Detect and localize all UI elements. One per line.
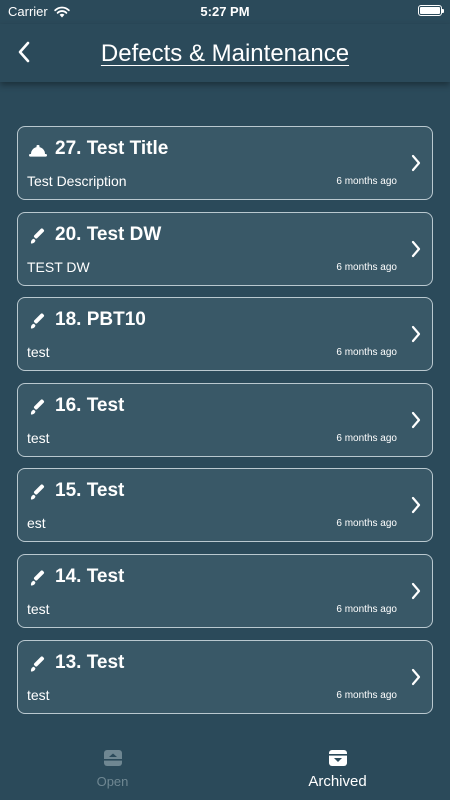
- screen: Carrier 5:27 PM Defects & Maintenance 27…: [0, 0, 450, 800]
- defect-description: test: [27, 686, 50, 703]
- chevron-right-icon: [410, 581, 422, 601]
- tab-open[interactable]: Open: [0, 748, 225, 800]
- defect-card[interactable]: 14. Test test 6 months ago: [17, 553, 433, 628]
- defect-description: est: [27, 515, 46, 532]
- defect-card[interactable]: 13. Test test 6 months ago: [17, 639, 433, 714]
- archive-down-icon: [328, 748, 348, 768]
- defect-timestamp: 6 months ago: [336, 518, 397, 530]
- defect-card[interactable]: 15. Test est 6 months ago: [17, 468, 433, 543]
- defect-timestamp: 6 months ago: [336, 176, 397, 187]
- defect-title: 18. PBT10: [55, 309, 146, 331]
- battery-icon: [418, 5, 444, 16]
- defect-title: 16. Test: [55, 394, 125, 416]
- brush-icon: [27, 396, 49, 418]
- chevron-right-icon: [410, 495, 422, 515]
- tab-archived-label: Archived: [308, 773, 367, 790]
- defect-title: 20. Test DW: [55, 223, 162, 245]
- tab-open-label: Open: [96, 774, 129, 789]
- defect-card[interactable]: 18. PBT10 test 6 months ago: [17, 297, 433, 372]
- brush-icon: [27, 567, 49, 589]
- chevron-right-icon: [410, 239, 422, 259]
- defect-title: 13. Test: [55, 651, 125, 673]
- defect-description: TEST DW: [27, 258, 90, 275]
- chevron-right-icon: [410, 667, 422, 687]
- chevron-right-icon: [410, 153, 422, 173]
- defect-description: test: [27, 344, 50, 361]
- defect-timestamp: 6 months ago: [336, 347, 397, 359]
- nav-header: Defects & Maintenance: [0, 24, 450, 82]
- chevron-right-icon: [410, 324, 422, 344]
- chevron-right-icon: [410, 410, 422, 430]
- brush-icon: [27, 310, 49, 332]
- defect-card[interactable]: 20. Test DW TEST DW 6 months ago: [17, 211, 433, 286]
- inbox-up-icon: [103, 748, 123, 768]
- hard-hat-icon: [27, 139, 49, 161]
- status-bar: Carrier 5:27 PM: [0, 0, 450, 24]
- tab-bar: Open Archived: [0, 740, 450, 800]
- brush-icon: [27, 225, 49, 247]
- defect-card[interactable]: 27. Test Title Test Description 6 months a…: [17, 126, 433, 200]
- tab-archived[interactable]: Archived: [225, 748, 450, 800]
- page-title: Defects & Maintenance: [100, 40, 350, 67]
- defect-list: 27. Test Title Test Description 6 months a…: [17, 126, 433, 725]
- defect-description: test: [27, 429, 50, 446]
- defect-timestamp: 6 months ago: [336, 689, 397, 701]
- defect-title: 15. Test: [55, 480, 125, 502]
- defect-title: 27. Test Title: [55, 138, 169, 159]
- defect-timestamp: 6 months ago: [336, 432, 397, 444]
- defect-card[interactable]: 16. Test test 6 months ago: [17, 382, 433, 457]
- defect-description: Test Description: [27, 173, 127, 189]
- defect-description: test: [27, 600, 50, 617]
- status-time: 5:27 PM: [200, 4, 250, 19]
- brush-icon: [27, 653, 49, 675]
- defect-timestamp: 6 months ago: [336, 603, 397, 615]
- defect-title: 14. Test: [55, 565, 125, 587]
- brush-icon: [27, 481, 49, 503]
- defect-timestamp: 6 months ago: [336, 261, 397, 273]
